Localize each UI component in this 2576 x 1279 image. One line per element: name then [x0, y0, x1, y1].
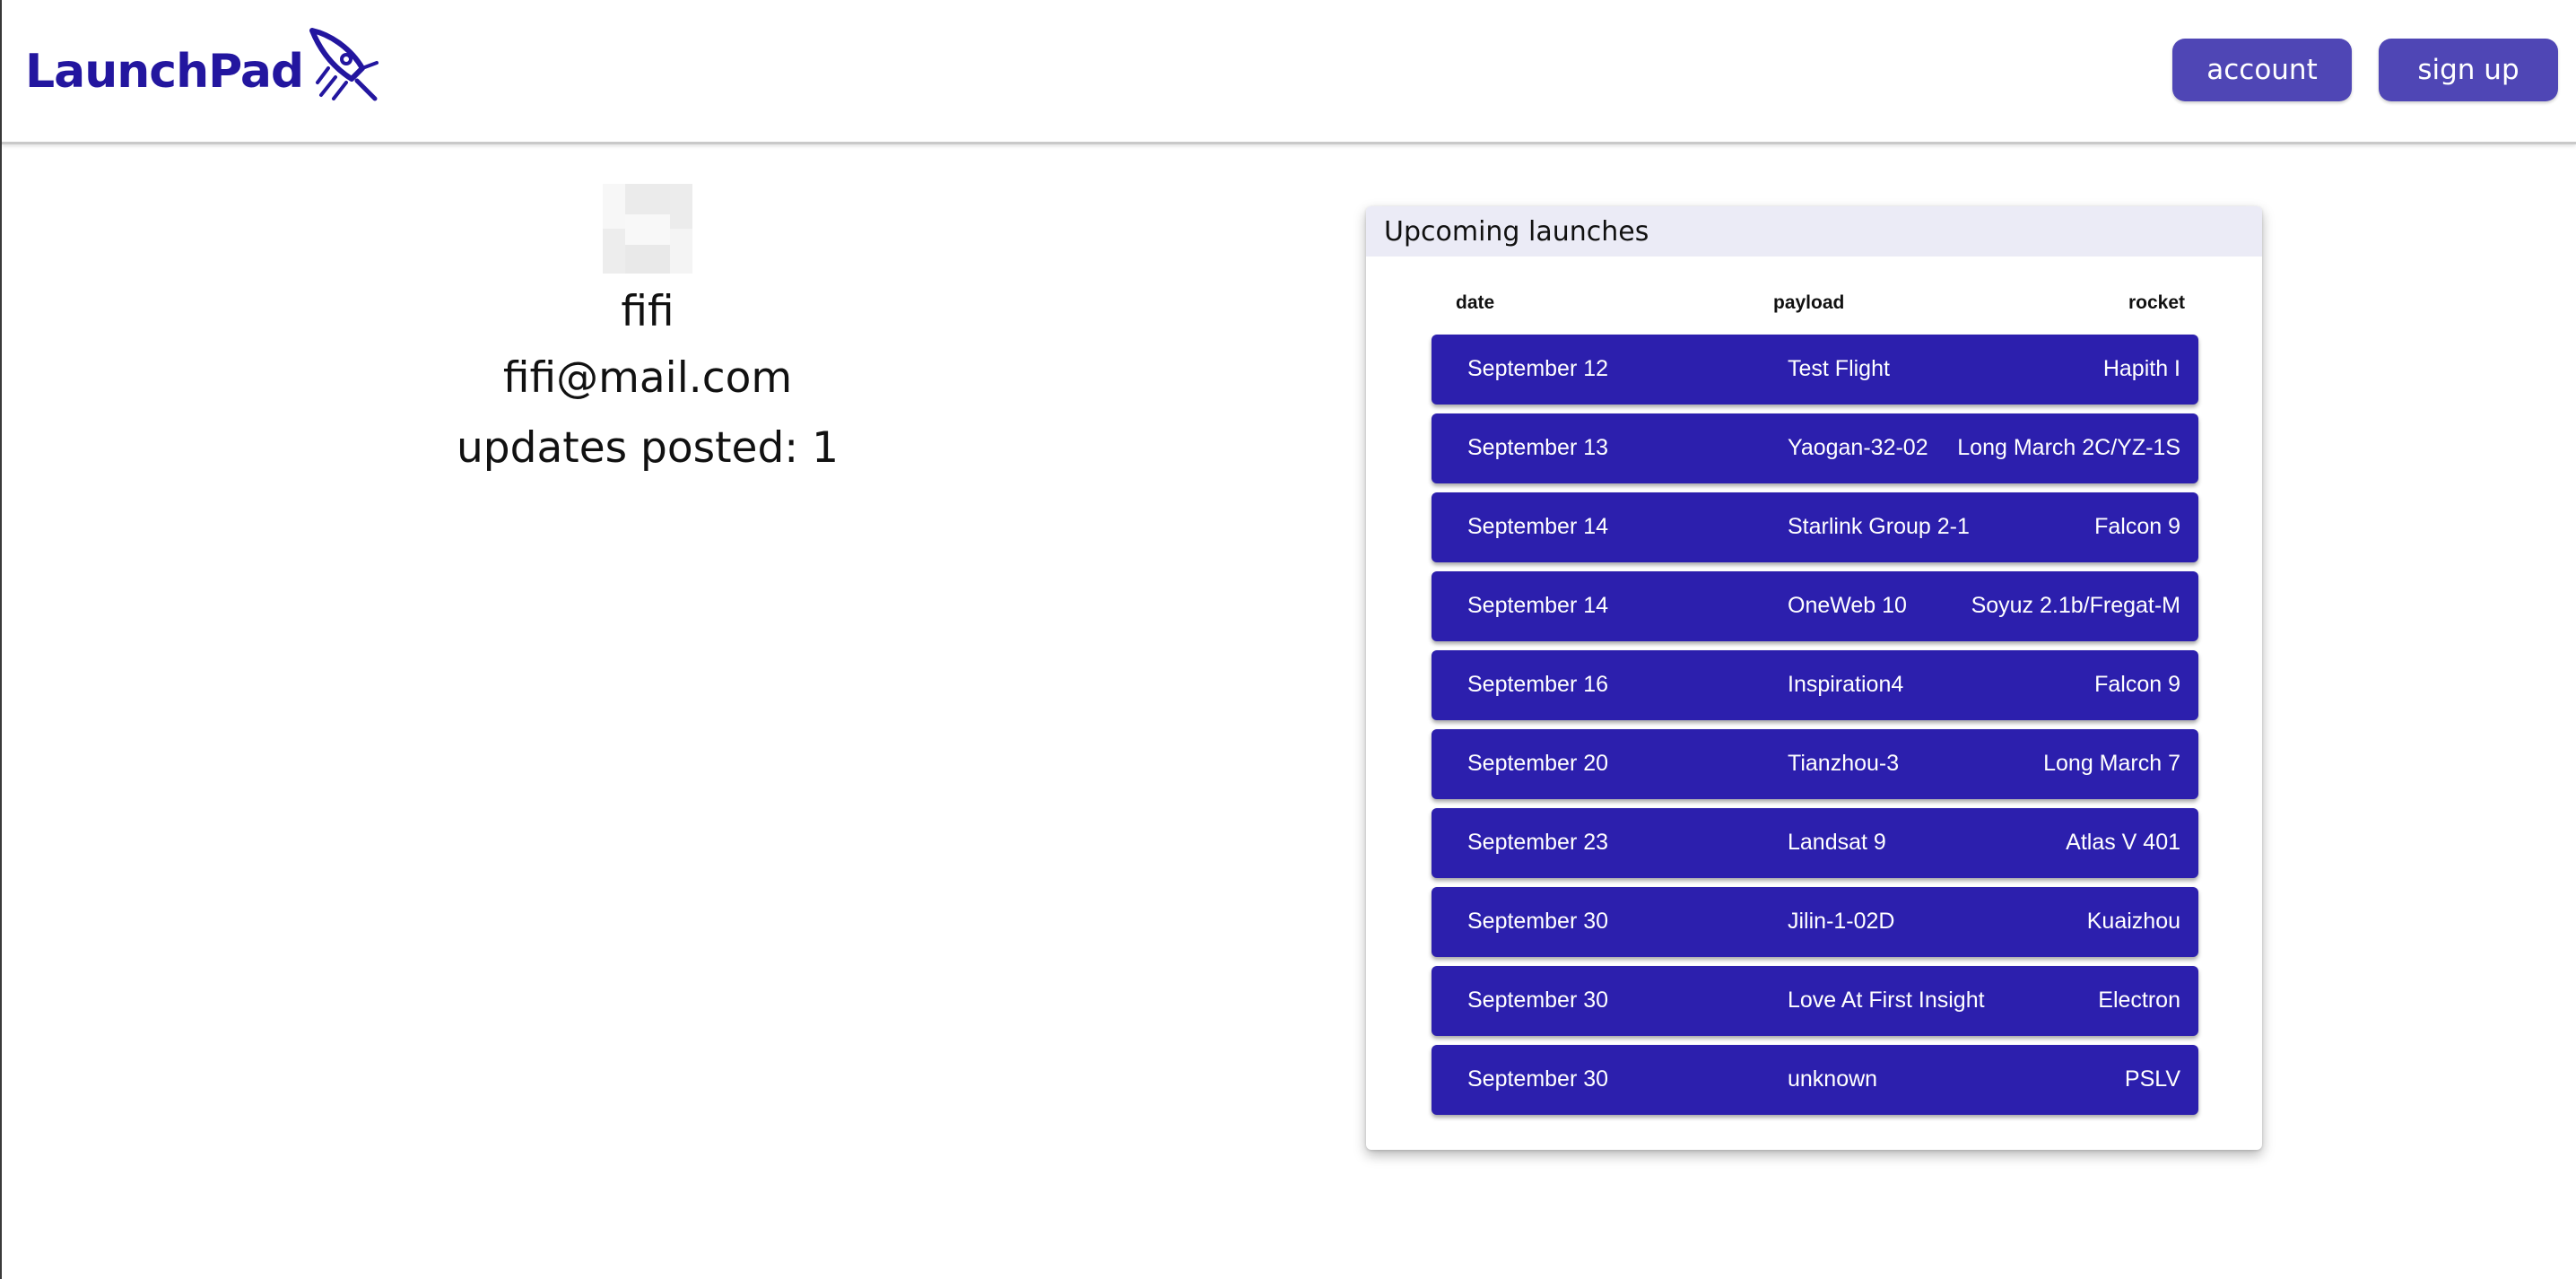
launch-table-header: date payload rocket: [1366, 292, 2262, 319]
launch-row[interactable]: September 23 Landsat 9 Atlas V 401: [1432, 808, 2198, 878]
launch-rocket: Hapith I: [2102, 356, 2180, 381]
launch-date: September 14: [1467, 593, 1609, 618]
column-header-rocket: rocket: [2128, 292, 2185, 313]
launch-date: September 13: [1467, 435, 1609, 460]
launch-rocket: Falcon 9: [2094, 672, 2180, 697]
rocket-icon: [309, 28, 379, 101]
launch-rocket: Long March 7: [2043, 751, 2180, 776]
profile-updates-count: updates posted: 1: [457, 423, 839, 473]
launch-payload: Test Flight: [1788, 356, 1890, 381]
launch-date: September 23: [1467, 830, 1609, 855]
launch-row[interactable]: September 30 Jilin-1-02D Kuaizhou: [1432, 887, 2198, 957]
sign-up-button[interactable]: sign up: [2379, 39, 2558, 101]
launch-date: September 14: [1467, 514, 1609, 539]
launch-payload: Love At First Insight: [1788, 988, 1985, 1013]
launch-rocket: Long March 2C/YZ-1S: [1957, 435, 2180, 460]
top-navbar: LaunchPad account sign up: [2, 0, 2576, 144]
profile-username: fifi: [621, 287, 674, 336]
card-title: Upcoming launches: [1366, 206, 2262, 257]
launch-payload: unknown: [1788, 1066, 1878, 1092]
brand-link[interactable]: LaunchPad: [25, 25, 379, 102]
launch-row[interactable]: September 20 Tianzhou-3 Long March 7: [1432, 729, 2198, 799]
launch-row[interactable]: September 14 Starlink Group 2-1 Falcon 9: [1432, 492, 2198, 562]
upcoming-launches-card: Upcoming launches date payload rocket Se…: [1366, 206, 2262, 1150]
launch-date: September 30: [1467, 988, 1609, 1013]
launch-payload: Jilin-1-02D: [1788, 909, 1895, 934]
launch-row[interactable]: September 30 Love At First Insight Elect…: [1432, 966, 2198, 1036]
launch-payload: OneWeb 10: [1788, 593, 1907, 618]
launch-date: September 12: [1467, 356, 1609, 381]
launch-rocket: Soyuz 2.1b/Fregat-M: [1971, 593, 2180, 618]
launch-payload: Starlink Group 2-1: [1788, 514, 1970, 539]
launch-row[interactable]: September 30 unknown PSLV: [1432, 1045, 2198, 1115]
launch-date: September 20: [1467, 751, 1609, 776]
user-profile: fifi fifi@mail.com updates posted: 1: [396, 184, 899, 483]
launch-rocket: Falcon 9: [2094, 514, 2180, 539]
launch-rocket: Electron: [2098, 988, 2180, 1013]
launch-date: September 16: [1467, 672, 1609, 697]
launch-payload: Tianzhou-3: [1788, 751, 1900, 776]
avatar-placeholder-icon: [603, 184, 692, 274]
column-header-payload: payload: [1773, 292, 1845, 313]
launch-payload: Yaogan-32-02: [1788, 435, 1928, 460]
profile-email: fifi@mail.com: [502, 353, 793, 403]
launch-row[interactable]: September 12 Test Flight Hapith I: [1432, 335, 2198, 405]
launch-date: September 30: [1467, 1066, 1609, 1092]
launch-rocket: Kuaizhou: [2086, 909, 2180, 934]
launch-row[interactable]: September 13 Yaogan-32-02 Long March 2C/…: [1432, 413, 2198, 483]
launch-row[interactable]: September 14 OneWeb 10 Soyuz 2.1b/Fregat…: [1432, 571, 2198, 641]
account-button[interactable]: account: [2172, 39, 2352, 101]
launch-rocket: Atlas V 401: [2066, 830, 2180, 855]
launch-date: September 30: [1467, 909, 1609, 934]
launch-payload: Inspiration4: [1788, 672, 1904, 697]
launch-payload: Landsat 9: [1788, 830, 1886, 855]
launch-row[interactable]: September 16 Inspiration4 Falcon 9: [1432, 650, 2198, 720]
launch-rocket: PSLV: [2124, 1066, 2180, 1092]
brand-name: LaunchPad: [25, 45, 304, 99]
launch-list: September 12 Test Flight Hapith I Septem…: [1432, 335, 2198, 1124]
column-header-date: date: [1456, 292, 1495, 313]
